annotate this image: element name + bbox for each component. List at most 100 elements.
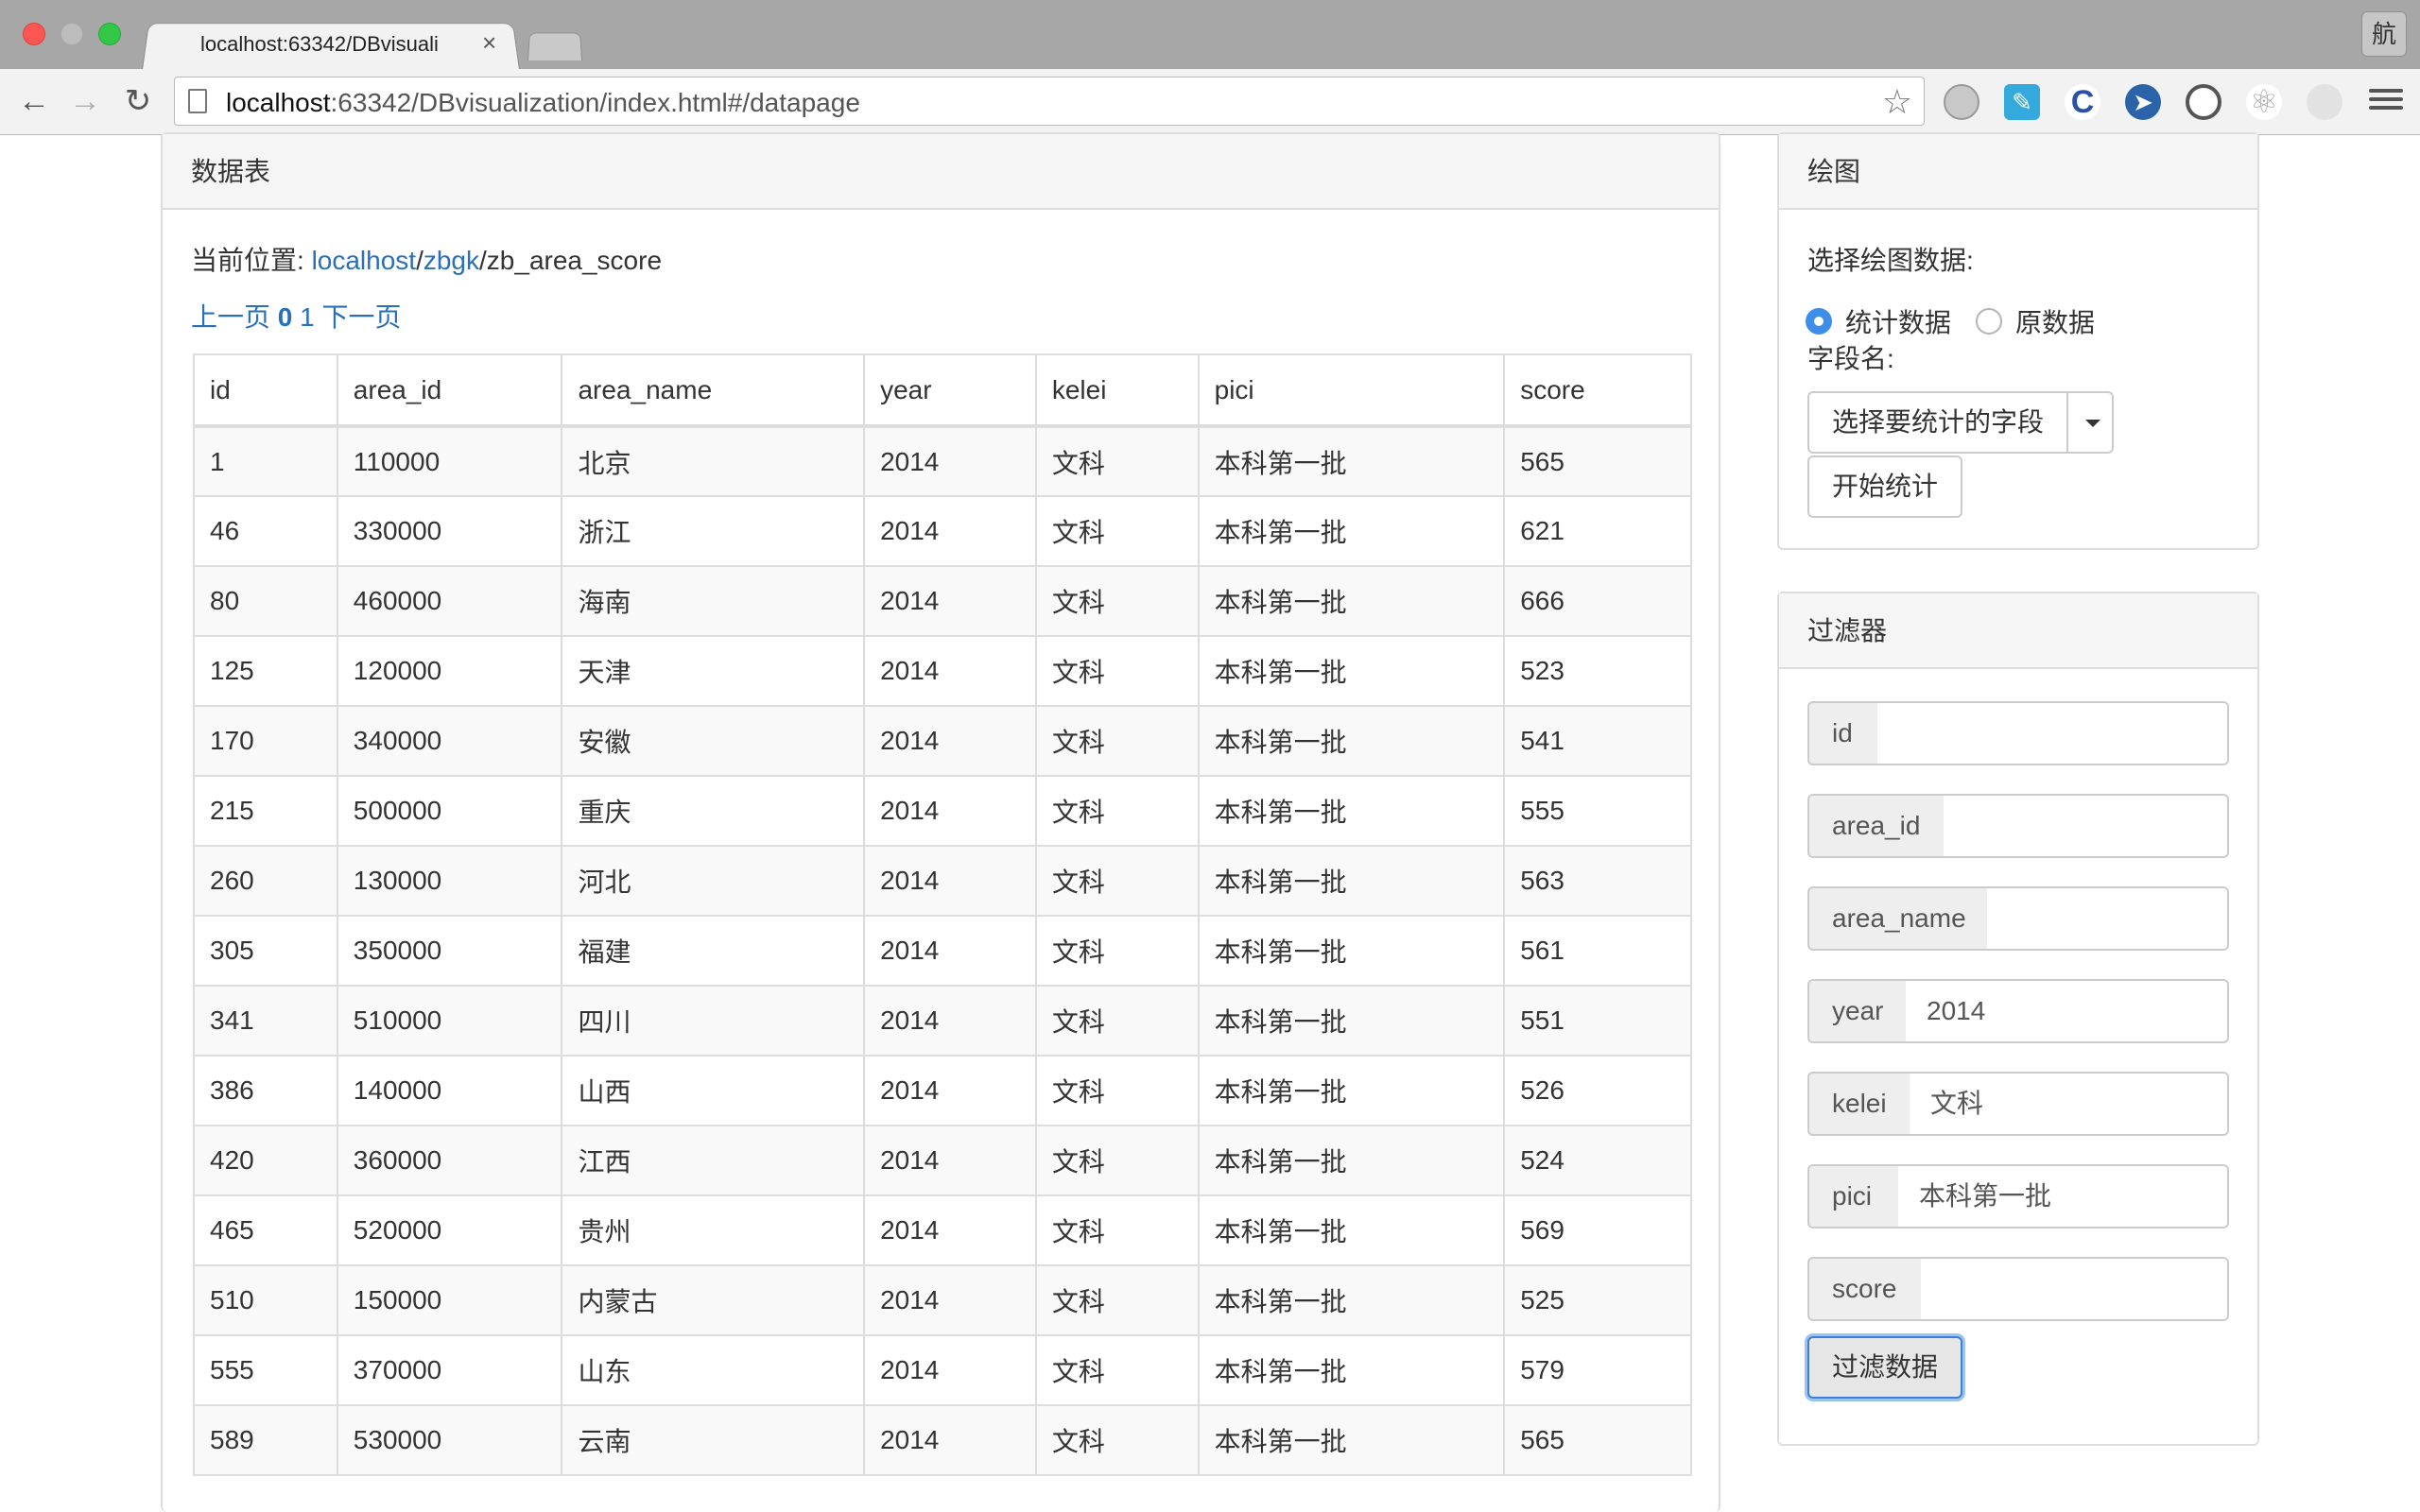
cell-pici: 本科第一批 (1197, 1334, 1506, 1406)
cell-area-id: 340000 (336, 705, 563, 777)
react-extension-icon[interactable]: ⚛ (2246, 84, 2282, 120)
table-row: 589 530000 云南 2014 文科 本科第一批 565 (193, 1404, 1692, 1476)
reload-icon[interactable]: ↻ (119, 82, 157, 120)
cell-year: 2014 (863, 915, 1037, 987)
minimize-window-button[interactable] (60, 23, 83, 45)
cell-year: 2014 (863, 985, 1037, 1057)
column-header: area_id (336, 353, 563, 428)
new-tab-button[interactable] (527, 32, 582, 60)
page-link-1[interactable]: 1 (300, 302, 315, 332)
chevron-down-icon[interactable] (2066, 391, 2114, 454)
radio-raw-label[interactable]: 原数据 (2015, 302, 2095, 340)
filter-input-kelei[interactable]: 文科 (1910, 1072, 2229, 1136)
c-extension-icon[interactable]: C (2065, 84, 2100, 120)
location-label: 当前位置: (191, 246, 312, 275)
cell-score: 621 (1503, 495, 1692, 567)
table-row: 170 340000 安徽 2014 文科 本科第一批 541 (193, 705, 1692, 777)
cell-pici: 本科第一批 (1197, 705, 1506, 777)
filter-field-id: id (1807, 701, 2229, 765)
field-select-dropdown[interactable]: 选择要统计的字段 (1807, 391, 2068, 454)
cell-id: 510 (193, 1264, 338, 1336)
table-row: 510 150000 内蒙古 2014 文科 本科第一批 525 (193, 1264, 1692, 1336)
url-text[interactable]: localhost:63342/DBvisualization/index.ht… (226, 88, 860, 118)
close-window-button[interactable] (23, 23, 45, 45)
back-arrow-icon[interactable]: ← (15, 82, 53, 120)
cell-kelei: 文科 (1034, 495, 1200, 567)
next-page-link[interactable]: 下一页 (322, 302, 402, 332)
cell-id: 305 (193, 915, 338, 987)
cell-pici: 本科第一批 (1197, 1125, 1506, 1196)
clock-extension-icon[interactable] (2186, 84, 2221, 120)
draw-panel: 绘图 选择绘图数据: 统计数据 原数据 字段名: 选择要统计的字段 开始统计 (1777, 132, 2259, 550)
address-bar[interactable]: localhost:63342/DBvisualization/index.ht… (174, 77, 1925, 126)
filter-input-year[interactable]: 2014 (1906, 979, 2229, 1043)
cell-id: 1 (193, 425, 338, 497)
breadcrumb: 当前位置: localhost/zbgk/zb_area_score (191, 240, 662, 278)
filter-input-score[interactable] (1921, 1257, 2229, 1321)
cell-year: 2014 (863, 1334, 1037, 1406)
filter-input-area-name[interactable] (1987, 886, 2229, 951)
cell-score: 569 (1503, 1194, 1692, 1266)
cell-score: 526 (1503, 1055, 1692, 1126)
radio-stat-label[interactable]: 统计数据 (1845, 302, 1951, 340)
prev-page-link[interactable]: 上一页 (191, 302, 270, 332)
cell-area-id: 110000 (336, 425, 563, 497)
cell-kelei: 文科 (1034, 985, 1200, 1057)
maximize-window-button[interactable] (98, 23, 121, 45)
cell-year: 2014 (863, 845, 1037, 917)
cell-pici: 本科第一批 (1197, 1055, 1506, 1126)
browser-menu-icon[interactable] (2369, 84, 2403, 118)
cell-pici: 本科第一批 (1197, 915, 1506, 987)
cell-kelei: 文科 (1034, 1334, 1200, 1406)
pagination: 上一页 0 1 下一页 (191, 297, 402, 335)
url-path: :63342/DBvisualization/index.html#/datap… (330, 88, 860, 117)
radio-stat-data[interactable] (1806, 308, 1832, 335)
cell-id: 125 (193, 635, 338, 707)
cell-area-id: 500000 (336, 775, 563, 847)
page-content: 数据表 当前位置: localhost/zbgk/zb_area_score 上… (0, 132, 2420, 1512)
filter-data-button[interactable]: 过滤数据 (1807, 1336, 1963, 1399)
crumb-db-link[interactable]: zbgk (424, 246, 479, 275)
cell-area-name: 山东 (561, 1334, 866, 1406)
filter-field-area-name: area_name (1807, 886, 2229, 951)
cell-area-name: 海南 (561, 565, 866, 637)
cell-area-name: 贵州 (561, 1194, 866, 1266)
page-link-0[interactable]: 0 (278, 302, 293, 332)
cell-area-id: 520000 (336, 1194, 563, 1266)
profile-badge[interactable]: 航 (2361, 11, 2407, 57)
cell-score: 579 (1503, 1334, 1692, 1406)
start-stat-button[interactable]: 开始统计 (1807, 455, 1963, 518)
cell-score: 561 (1503, 915, 1692, 987)
forward-arrow-icon[interactable]: → (66, 82, 104, 120)
filter-input-pici[interactable]: 本科第一批 (1898, 1164, 2229, 1228)
filter-input-id[interactable] (1877, 701, 2229, 765)
globe-extension-icon[interactable] (1944, 84, 1979, 120)
cell-pici: 本科第一批 (1197, 425, 1506, 497)
rocket-extension-icon[interactable]: ➤ (2125, 84, 2161, 120)
cell-area-id: 530000 (336, 1404, 563, 1476)
tab-title[interactable]: localhost:63342/DBvisuali (200, 32, 475, 57)
tab-close-icon[interactable]: × (482, 28, 496, 58)
field-name-label: 字段名: (1807, 344, 1894, 373)
filter-field-year: year 2014 (1807, 979, 2229, 1043)
cell-year: 2014 (863, 775, 1037, 847)
cell-area-id: 140000 (336, 1055, 563, 1126)
filter-input-area-id[interactable] (1944, 794, 2229, 858)
crumb-host-link[interactable]: localhost (312, 246, 417, 275)
cell-area-id: 370000 (336, 1334, 563, 1406)
cell-area-name: 浙江 (561, 495, 866, 567)
gray-extension-icon[interactable] (2307, 84, 2342, 120)
bookmark-star-icon[interactable]: ☆ (1882, 82, 1912, 122)
filter-field-area-id: area_id (1807, 794, 2229, 858)
table-row: 215 500000 重庆 2014 文科 本科第一批 555 (193, 775, 1692, 847)
cell-area-name: 江西 (561, 1125, 866, 1196)
table-row: 555 370000 山东 2014 文科 本科第一批 579 (193, 1334, 1692, 1406)
table-row: 1 110000 北京 2014 文科 本科第一批 565 (193, 425, 1692, 497)
cell-kelei: 文科 (1034, 565, 1200, 637)
cell-year: 2014 (863, 425, 1037, 497)
cell-kelei: 文科 (1034, 1194, 1200, 1266)
pencil-extension-icon[interactable]: ✎ (2004, 84, 2040, 120)
cell-kelei: 文科 (1034, 1404, 1200, 1476)
cell-kelei: 文科 (1034, 1125, 1200, 1196)
radio-raw-data[interactable] (1976, 308, 2002, 335)
